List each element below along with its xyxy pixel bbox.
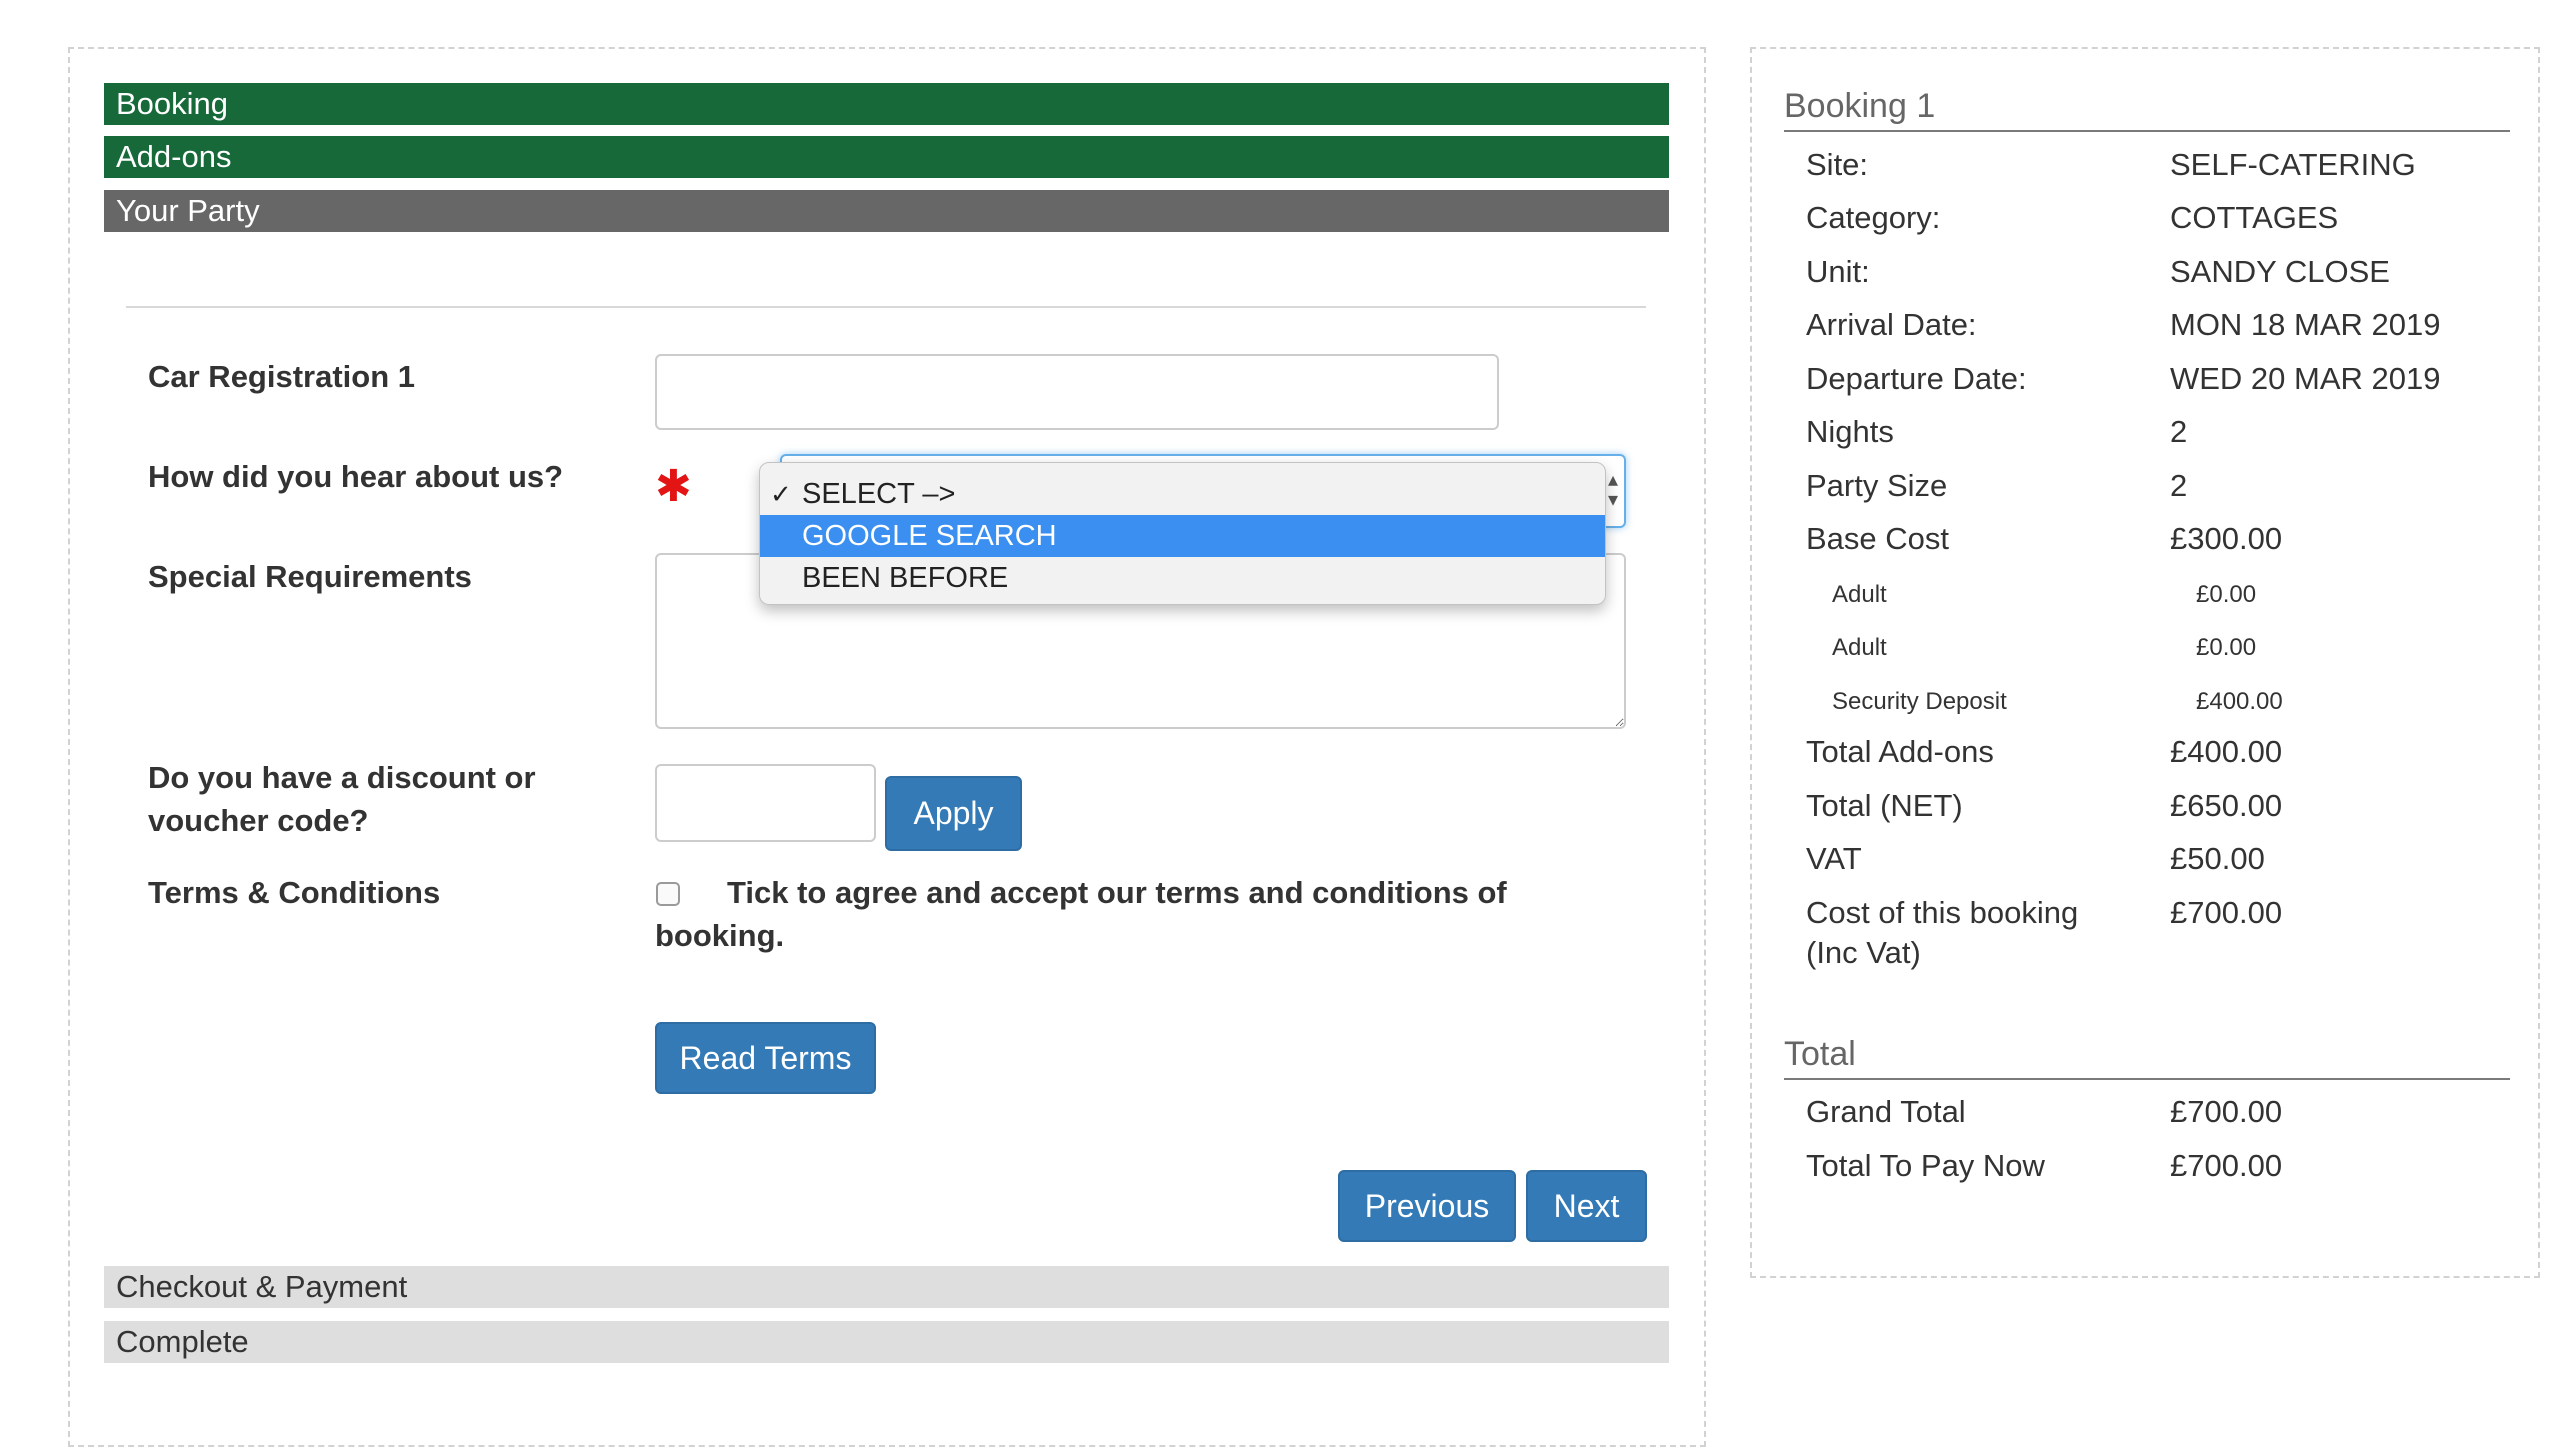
next-button[interactable]: Next (1526, 1170, 1647, 1242)
step-booking[interactable]: Booking (104, 83, 1669, 125)
summary-value: £300.00 (2170, 521, 2283, 556)
summary-key: Adult (1832, 634, 1887, 661)
dropdown-option-label: BEEN BEFORE (802, 562, 1009, 594)
total-section-title: Total (1784, 1035, 1856, 1073)
summary-key: Departure Date: (1806, 361, 2027, 396)
section-divider (126, 306, 1646, 308)
checkmark-icon: ✓ (770, 479, 792, 509)
summary-key: Site: (1806, 147, 1869, 182)
discount-label-line1: Do you have a discount or (148, 760, 536, 795)
summary-key: Base Cost (1806, 521, 1950, 556)
dropdown-option-label: GOOGLE SEARCH (802, 520, 1057, 552)
special-requirements-label: Special Requirements (148, 559, 472, 594)
dropdown-option-select[interactable]: ✓ SELECT –> (760, 473, 1605, 515)
hear-about-us-dropdown-list: ✓ SELECT –> GOOGLE SEARCH BEEN BEFORE (759, 462, 1606, 605)
required-asterisk-icon: ✱ (655, 462, 692, 511)
summary-value: £650.00 (2170, 788, 2283, 823)
summary-key: Party Size (1806, 468, 1948, 503)
car-registration-input[interactable] (655, 354, 1499, 430)
summary-key: Nights (1806, 414, 1894, 449)
step-complete[interactable]: Complete (104, 1321, 1669, 1363)
car-registration-label: Car Registration 1 (148, 359, 416, 394)
terms-conditions-label: Terms & Conditions (148, 875, 441, 910)
summary-value: £400.00 (2196, 688, 2283, 715)
previous-button[interactable]: Previous (1338, 1170, 1516, 1242)
summary-key: Adult (1832, 581, 1887, 608)
summary-cost-row: Cost of this booking (Inc Vat) £700.00 (1806, 893, 2506, 977)
summary-value: 2 (2170, 468, 2188, 503)
summary-value: £700.00 (2170, 895, 2283, 930)
select-arrows-icon: ▴ ▾ (1607, 469, 1618, 511)
summary-key: VAT (1806, 841, 1862, 876)
discount-label-line2: voucher code? (148, 803, 369, 838)
total-section-rule (1784, 1078, 2510, 1080)
summary-key: Grand Total (1806, 1094, 1966, 1129)
cost-label-line1: Cost of this booking (1806, 895, 2079, 930)
summary-key: Arrival Date: (1806, 307, 1977, 342)
step-addons[interactable]: Add-ons (104, 136, 1669, 178)
cost-label-line2: (Inc Vat) (1806, 935, 1921, 970)
summary-value: WED 20 MAR 2019 (2170, 361, 2441, 396)
voucher-code-input[interactable] (655, 764, 876, 842)
terms-agree-text: Tick to agree and accept our terms and c… (655, 875, 1507, 953)
hear-about-us-label: How did you hear about us? (148, 459, 564, 494)
dropdown-option-label: SELECT –> (802, 478, 956, 510)
summary-value: £0.00 (2196, 634, 2257, 661)
summary-value: SANDY CLOSE (2170, 254, 2390, 289)
summary-value: £700.00 (2170, 1148, 2283, 1183)
step-your-party[interactable]: Your Party (104, 190, 1669, 232)
dropdown-option-google-search[interactable]: GOOGLE SEARCH (760, 515, 1605, 557)
summary-value: MON 18 MAR 2019 (2170, 307, 2441, 342)
dropdown-option-been-before[interactable]: BEEN BEFORE (760, 557, 1605, 599)
summary-key: Total Add-ons (1806, 734, 1994, 769)
summary-value: £50.00 (2170, 841, 2265, 876)
summary-value: £0.00 (2196, 581, 2257, 608)
summary-value: £400.00 (2170, 734, 2283, 769)
read-terms-button[interactable]: Read Terms (655, 1022, 876, 1094)
summary-key: Total To Pay Now (1806, 1148, 2045, 1183)
terms-checkbox[interactable] (656, 882, 680, 906)
summary-value: SELF-CATERING (2170, 147, 2416, 182)
summary-value: 2 (2170, 414, 2188, 449)
summary-key: Cost of this booking (Inc Vat) (1806, 893, 2078, 973)
summary-value: COTTAGES (2170, 200, 2339, 235)
booking-summary-rule (1784, 130, 2510, 132)
summary-key: Total (NET) (1806, 788, 1963, 823)
summary-key: Unit: (1806, 254, 1870, 289)
summary-key: Security Deposit (1832, 688, 2007, 715)
apply-button[interactable]: Apply (885, 776, 1022, 851)
discount-label: Do you have a discount or voucher code? (148, 756, 536, 842)
summary-value: £700.00 (2170, 1094, 2283, 1129)
step-checkout-payment[interactable]: Checkout & Payment (104, 1266, 1669, 1308)
summary-key: Category: (1806, 200, 1941, 235)
booking-summary-title: Booking 1 (1784, 87, 1936, 125)
